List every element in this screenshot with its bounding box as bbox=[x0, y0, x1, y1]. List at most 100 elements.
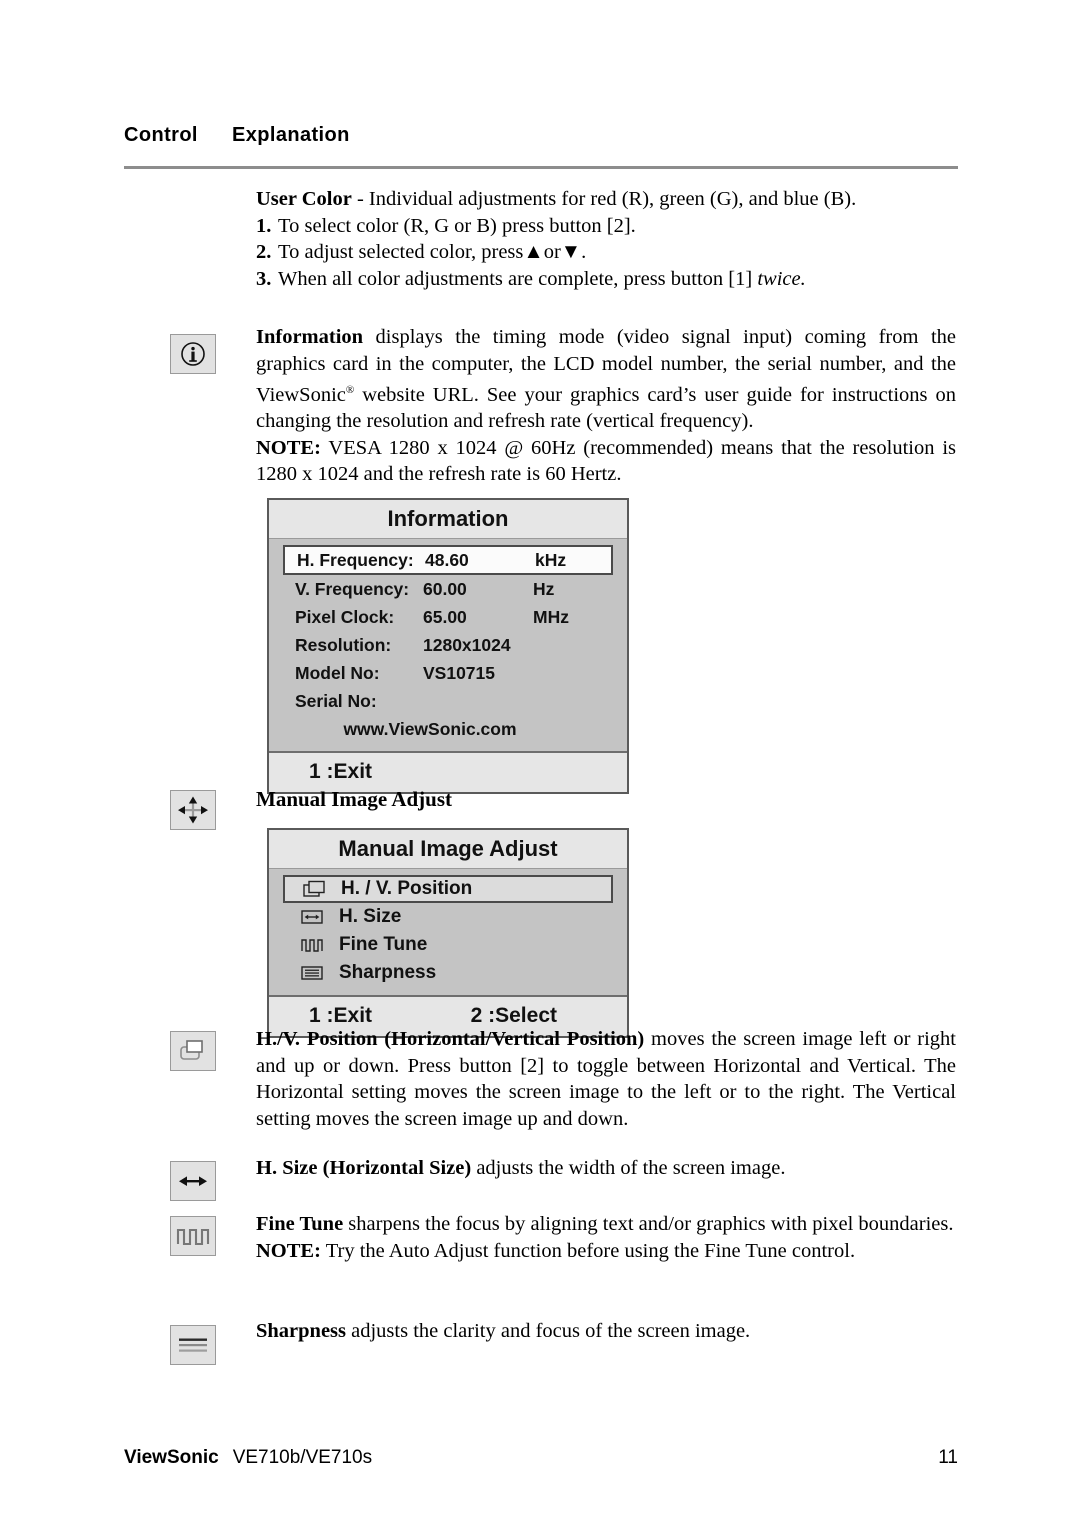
h-size-text: adjusts the width of the screen image. bbox=[471, 1157, 786, 1179]
information-body: Information displays the timing mode (vi… bbox=[256, 324, 956, 435]
four-way-arrow-icon bbox=[170, 790, 216, 830]
fine-tune-text: sharpens the focus by aligning text and/… bbox=[343, 1213, 954, 1235]
row-value: VS10715 bbox=[423, 662, 496, 683]
page-footer: ViewSonic VE710b/VE710s 11 bbox=[124, 1447, 958, 1469]
sharpness-body: Sharpness adjusts the clarity and focus … bbox=[256, 1318, 956, 1345]
user-color-intro: User Color - Individual adjustments for … bbox=[256, 186, 956, 213]
information-title: Information bbox=[256, 326, 364, 348]
osd-menu-item-fine-tune[interactable]: Fine Tune bbox=[283, 931, 613, 959]
manual-image-adjust-heading-block: Manual Image Adjust bbox=[256, 786, 956, 813]
footer-page-number: 11 bbox=[938, 1447, 958, 1468]
manual-image-adjust-heading: Manual Image Adjust bbox=[256, 787, 453, 811]
information-body-2: website URL. See your graphics card’s us… bbox=[256, 383, 956, 433]
menu-item-label: H. / V. Position bbox=[341, 878, 473, 899]
row-label: Serial No: bbox=[295, 690, 377, 711]
sharpness-icon bbox=[295, 964, 329, 982]
hv-position-paragraph: H./V. Position (Horizontal/Vertical Posi… bbox=[256, 1026, 956, 1132]
information-paragraph: Information displays the timing mode (vi… bbox=[256, 324, 956, 488]
fine-tune-title: Fine Tune bbox=[256, 1213, 344, 1235]
osd-info-row-pixel-clock[interactable]: Pixel Clock: 65.00 MHz bbox=[283, 603, 613, 631]
osd-manual-body: H. / V. Position H. Size Fine Tune Sharp… bbox=[269, 869, 627, 995]
osd-menu-item-h-size[interactable]: H. Size bbox=[283, 903, 613, 931]
osd-manual-image-adjust-panel[interactable]: Manual Image Adjust H. / V. Position H. … bbox=[267, 828, 629, 1038]
information-note: NOTE: VESA 1280 x 1024 @ 60Hz (recommend… bbox=[256, 435, 956, 488]
fine-tune-icon bbox=[295, 936, 329, 954]
hv-position-icon bbox=[170, 1031, 216, 1071]
page-header: Control Explanation bbox=[124, 124, 960, 147]
row-value: 48.60 bbox=[425, 549, 469, 570]
step-text: To select color (R, G or B) press button… bbox=[278, 214, 636, 237]
osd-info-row-model-no[interactable]: Model No: VS10715 bbox=[283, 659, 613, 687]
osd-information-title: Information bbox=[269, 500, 627, 539]
sharpness-paragraph: Sharpness adjusts the clarity and focus … bbox=[256, 1318, 956, 1345]
horizontal-size-icon bbox=[170, 1161, 216, 1201]
footer-brand: ViewSonic bbox=[124, 1447, 219, 1468]
hv-position-body: H./V. Position (Horizontal/Vertical Posi… bbox=[256, 1026, 956, 1132]
fine-tune-body: Fine Tune sharpens the focus by aligning… bbox=[256, 1211, 956, 1238]
fine-tune-paragraph: Fine Tune sharpens the focus by aligning… bbox=[256, 1211, 956, 1264]
menu-item-label: Sharpness bbox=[339, 962, 437, 983]
osd-info-website-url: www.ViewSonic.com bbox=[343, 719, 517, 739]
osd-manual-title: Manual Image Adjust bbox=[269, 830, 627, 869]
registered-mark-icon: ® bbox=[345, 384, 355, 396]
up-arrow-icon: ▲ bbox=[523, 241, 544, 263]
step-text: When all color adjustments are complete,… bbox=[278, 266, 806, 293]
osd-information-body: H. Frequency: 48.60 kHz V. Frequency: 60… bbox=[269, 539, 627, 751]
row-label: Resolution: bbox=[295, 634, 392, 655]
osd-exit-hint[interactable]: 1 :Exit bbox=[269, 760, 372, 784]
menu-item-label: Fine Tune bbox=[339, 934, 428, 955]
hv-position-icon bbox=[297, 880, 331, 898]
user-color-step-3: 3. When all color adjustments are comple… bbox=[256, 266, 956, 293]
hv-position-title: H./V. Position (Horizontal/Vertical Posi… bbox=[256, 1028, 645, 1050]
user-color-step-1: 1. To select color (R, G or B) press but… bbox=[256, 213, 956, 240]
header-rule bbox=[124, 166, 958, 169]
fine-tune-note-label: NOTE: bbox=[256, 1239, 321, 1262]
step-text-emphasis: twice. bbox=[757, 267, 806, 290]
user-color-section: User Color - Individual adjustments for … bbox=[256, 186, 956, 292]
osd-select-hint[interactable]: 2 :Select bbox=[471, 1004, 627, 1028]
step-number: 2. bbox=[256, 241, 272, 263]
row-value: 1280x1024 bbox=[423, 634, 511, 655]
step-text-main: When all color adjustments are complete,… bbox=[278, 267, 758, 290]
row-label: V. Frequency: bbox=[295, 578, 410, 599]
osd-menu-item-hv-position[interactable]: H. / V. Position bbox=[283, 875, 613, 903]
sharpness-icon bbox=[170, 1325, 216, 1365]
sharpness-text: adjusts the clarity and focus of the scr… bbox=[346, 1320, 751, 1342]
step-number: 1. bbox=[256, 214, 272, 237]
osd-info-row-h-frequency[interactable]: H. Frequency: 48.60 kHz bbox=[283, 545, 613, 575]
row-label: H. Frequency: bbox=[297, 549, 414, 570]
h-size-paragraph: H. Size (Horizontal Size) adjusts the wi… bbox=[256, 1155, 956, 1182]
row-value: 65.00 bbox=[423, 606, 467, 627]
info-circle-icon bbox=[170, 334, 216, 374]
osd-info-row-resolution[interactable]: Resolution: 1280x1024 bbox=[283, 631, 613, 659]
osd-menu-item-sharpness[interactable]: Sharpness bbox=[283, 959, 613, 987]
h-size-body: H. Size (Horizontal Size) adjusts the wi… bbox=[256, 1155, 956, 1182]
user-color-title: User Color bbox=[256, 188, 352, 210]
header-control-label: Control bbox=[124, 124, 198, 146]
step-text: To adjust selected color, press bbox=[278, 241, 524, 263]
information-note-text: VESA 1280 x 1024 @ 60Hz (recommended) me… bbox=[256, 436, 956, 486]
row-unit: kHz bbox=[535, 549, 567, 570]
fine-tune-note: NOTE: Try the Auto Adjust function befor… bbox=[256, 1238, 956, 1265]
menu-item-label: H. Size bbox=[339, 906, 402, 927]
step-number: 3. bbox=[256, 267, 272, 290]
document-page: Control Explanation User Color - Individ… bbox=[0, 0, 1080, 1528]
osd-info-row-v-frequency[interactable]: V. Frequency: 60.00 Hz bbox=[283, 575, 613, 603]
user-color-intro-text: - Individual adjustments for red (R), gr… bbox=[351, 188, 857, 210]
osd-info-row-serial-no[interactable]: Serial No: bbox=[283, 687, 613, 715]
fine-tune-note-text: Try the Auto Adjust function before usin… bbox=[320, 1239, 856, 1262]
step-text-tail: . bbox=[581, 241, 587, 263]
row-unit: MHz bbox=[533, 606, 569, 627]
down-arrow-icon: ▼ bbox=[560, 241, 582, 263]
row-label: Pixel Clock: bbox=[295, 606, 395, 627]
osd-exit-hint[interactable]: 1 :Exit bbox=[269, 1004, 372, 1028]
fine-tune-icon bbox=[170, 1216, 216, 1256]
step-text-suffix: or bbox=[543, 241, 561, 263]
footer-model: VE710b/VE710s bbox=[232, 1447, 373, 1468]
information-note-label: NOTE: bbox=[256, 436, 321, 459]
row-unit: Hz bbox=[533, 578, 555, 599]
user-color-step-2: 2. To adjust selected color, press ▲ or ▼. bbox=[256, 239, 956, 266]
row-value: 60.00 bbox=[423, 578, 467, 599]
osd-information-panel[interactable]: Information H. Frequency: 48.60 kHz V. F… bbox=[267, 498, 629, 794]
h-size-title: H. Size (Horizontal Size) bbox=[256, 1157, 472, 1179]
